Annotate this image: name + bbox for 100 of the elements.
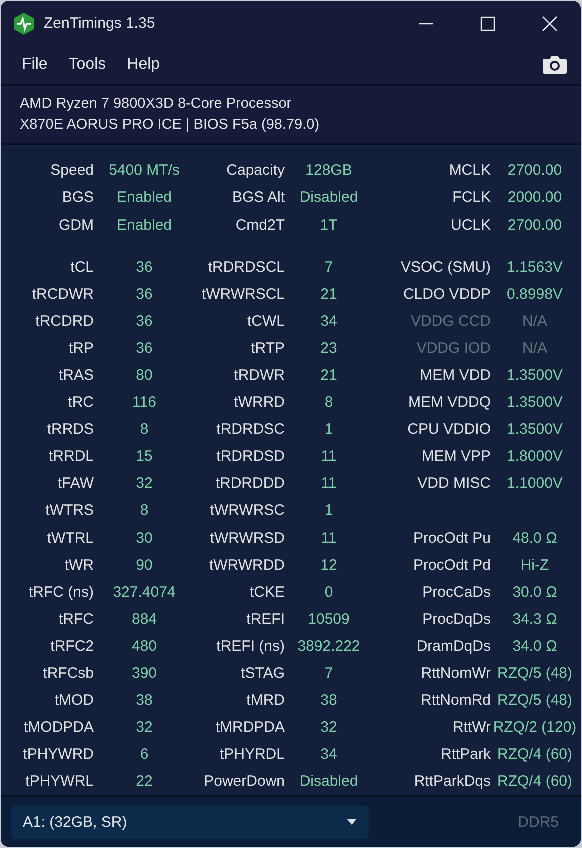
setting-value: 128GB (306, 162, 352, 180)
setting-label: VDDG CCD (410, 312, 491, 330)
setting-value: Disabled (300, 189, 358, 206)
setting-label: tPHYWRD (23, 746, 94, 764)
setting-label: tRDRDSD (216, 448, 285, 466)
setting-value: 1.3500V (507, 366, 563, 384)
setting-value: 1T (320, 216, 338, 234)
setting-value: 10509 (308, 610, 350, 628)
setting-label: tCKE (250, 584, 285, 601)
setting-label: tRCDWR (32, 286, 94, 303)
setting-label: ProcOdt Pd (413, 556, 491, 574)
setting-value: 390 (132, 665, 158, 682)
setting-label: tPHYWRL (26, 773, 94, 790)
setting-label: MCLK (449, 162, 491, 180)
setting-value: 90 (136, 556, 153, 574)
setting-label: Cmd2T (236, 216, 285, 234)
setting-value: 11 (321, 530, 337, 547)
menu-item[interactable]: Tools (68, 56, 106, 74)
setting-label: tRC (68, 394, 94, 412)
setting-value: Enabled (116, 189, 172, 206)
setting-label: MEM VDD (420, 366, 491, 384)
setting-value: 36 (136, 286, 153, 303)
setting-value: 11 (321, 448, 337, 466)
setting-value: RZQ/4 (60) (497, 773, 572, 790)
maximize-icon[interactable] (480, 16, 496, 32)
setting-label: PowerDown (204, 773, 285, 790)
menu-item[interactable]: File (22, 56, 48, 74)
setting-value: 1.3500V (507, 394, 563, 412)
setting-label: tMOD (54, 692, 94, 710)
setting-value: 11 (321, 475, 337, 492)
setting-value: 32 (320, 719, 338, 736)
setting-label: VDDG IOD (416, 340, 491, 357)
setting-value: 12 (320, 556, 338, 574)
setting-value: RZQ/2 (120) (493, 719, 577, 736)
setting-value: 38 (320, 692, 338, 710)
setting-label: RttWr (452, 719, 491, 736)
setting-value: 2700.00 (508, 216, 562, 234)
setting-value: 36 (136, 312, 153, 330)
setting-value: 1 (324, 421, 334, 438)
setting-label: tRFC (59, 610, 94, 628)
setting-value: 327.4074 (113, 584, 176, 601)
setting-value: 30 (136, 530, 153, 547)
setting-label: tMRD (246, 692, 285, 710)
setting-label: tREFI (ns) (216, 638, 285, 655)
setting-value: 48.0 Ω (512, 530, 558, 547)
setting-label: tRFCsb (43, 665, 94, 682)
setting-label: tRFC2 (50, 638, 94, 655)
setting-value: 5400 MT/s (109, 162, 180, 180)
setting-label: ProcDqDs (422, 610, 491, 628)
setting-value: 8 (140, 421, 149, 438)
setting-value: 38 (136, 692, 153, 710)
setting-value: Disabled (300, 773, 358, 790)
setting-label: tMODPDA (24, 719, 94, 736)
setting-label: tRRDS (47, 421, 94, 438)
setting-label: VSOC (SMU) (401, 258, 491, 276)
setting-label: Capacity (226, 162, 285, 180)
setting-label: ProcOdt Pu (413, 530, 491, 547)
setting-label: tRRDL (48, 448, 94, 466)
setting-label: tRAS (58, 366, 94, 384)
setting-label: tSTAG (241, 665, 285, 682)
setting-value: 116 (132, 394, 156, 412)
setting-value: 1.3500V (507, 421, 563, 438)
camera-icon[interactable] (543, 55, 567, 76)
setting-value: 2000.00 (508, 189, 562, 206)
setting-label: tWR (64, 556, 94, 574)
setting-label: FCLK (452, 189, 491, 206)
menu-item[interactable]: Help (127, 56, 160, 74)
setting-label: tWRWRSD (210, 530, 285, 547)
setting-value: 15 (136, 448, 153, 466)
setting-label: tRTP (251, 340, 285, 357)
board-info: X870E AORUS PRO ICE | BIOS F5a (98.79.0) (20, 116, 321, 136)
setting-value: 23 (320, 340, 338, 357)
setting-value: 34.0 Ω (512, 638, 558, 655)
setting-value: 0 (324, 584, 334, 601)
memory-type: DDR5 (518, 814, 559, 831)
setting-value: 7 (324, 258, 334, 276)
setting-label: RttPark (440, 746, 491, 764)
setting-label: GDM (59, 216, 94, 234)
setting-value: 884 (132, 610, 158, 628)
setting-label: tCWL (248, 312, 285, 330)
setting-value: RZQ/4 (60) (497, 746, 572, 764)
setting-value: 21 (320, 366, 338, 384)
setting-value: 80 (136, 366, 153, 384)
window-title: ZenTimings 1.35 (44, 15, 156, 32)
setting-label: tRCDRD (36, 312, 94, 330)
dropdown-caret-icon (347, 819, 357, 826)
setting-label: tREFI (246, 610, 285, 628)
setting-value: 30.0 Ω (512, 584, 558, 601)
setting-label: tWTRL (47, 530, 94, 547)
setting-value: 34.3 Ω (512, 610, 558, 628)
setting-value: 21 (320, 286, 338, 303)
setting-label: VDD MISC (418, 475, 491, 492)
setting-value: 1 (324, 502, 334, 520)
setting-label: MEM VDDQ (408, 394, 491, 412)
close-icon[interactable] (542, 16, 558, 32)
module-dropdown[interactable]: A1: (32GB, SR) (11, 806, 369, 839)
setting-value: 32 (136, 719, 153, 736)
setting-label: tWRWRSC (210, 502, 285, 520)
setting-label: tMRDPDA (216, 719, 285, 736)
setting-label: CLDO VDDP (403, 286, 491, 303)
